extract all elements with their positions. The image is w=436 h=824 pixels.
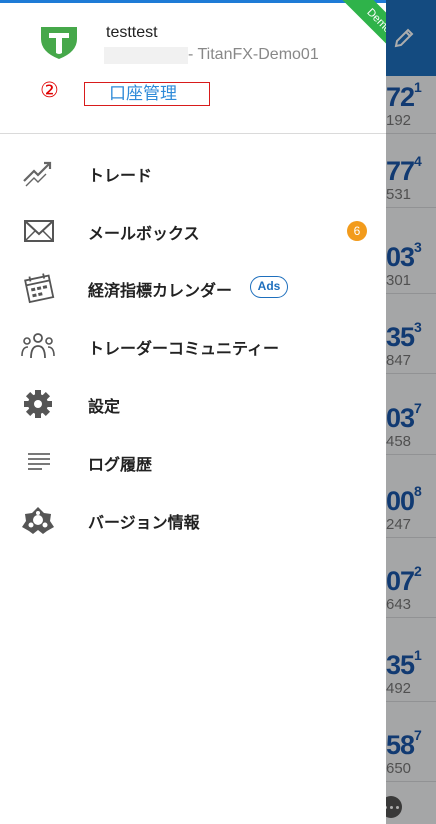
header-divider <box>0 133 386 134</box>
account-name: testtest <box>106 24 158 41</box>
account-number-redacted <box>104 47 188 64</box>
menu-label: トレーダーコミュニティー <box>88 339 280 358</box>
demo-ribbon: Demo <box>332 0 386 68</box>
menu-label: ログ履歴 <box>88 455 153 474</box>
annotation-marker: ② <box>40 78 59 102</box>
menu-item-trade[interactable]: トレード <box>0 145 386 201</box>
menu-item-mailbox[interactable]: メールボックス 6 <box>0 203 386 259</box>
titanfx-logo-icon <box>41 27 77 59</box>
menu-item-settings[interactable]: 設定 <box>0 376 386 432</box>
version-info-icon <box>22 507 54 534</box>
menu-label: バージョン情報 <box>88 513 200 532</box>
account-server: - TitanFX-Demo01 <box>188 46 319 63</box>
navigation-drawer: testtest - TitanFX-Demo01 Demo ② 口座管理 トレ… <box>0 0 386 824</box>
menu-item-trader-community[interactable]: トレーダーコミュニティー <box>0 318 386 374</box>
menu-item-economic-calendar[interactable]: 経済指標カレンダー Ads <box>0 260 386 316</box>
menu-item-log-history[interactable]: ログ履歴 <box>0 434 386 490</box>
gear-icon <box>24 390 52 418</box>
menu-label: 設定 <box>88 397 121 416</box>
menu-label: メールボックス <box>88 224 200 243</box>
log-list-icon <box>28 453 50 470</box>
mail-icon <box>24 220 54 242</box>
menu-label: トレード <box>88 166 153 185</box>
ads-tag: Ads <box>250 276 288 298</box>
menu-label: 経済指標カレンダー <box>88 281 233 300</box>
trade-chart-icon <box>23 161 52 187</box>
unread-count-badge: 6 <box>347 221 367 241</box>
calendar-icon <box>24 273 55 304</box>
account-management-link[interactable]: 口座管理 <box>109 83 177 105</box>
community-icon <box>21 333 55 359</box>
drawer-top-accent <box>0 0 386 3</box>
menu-item-version-info[interactable]: バージョン情報 <box>0 492 386 548</box>
account-management-highlight[interactable]: 口座管理 <box>84 82 210 106</box>
